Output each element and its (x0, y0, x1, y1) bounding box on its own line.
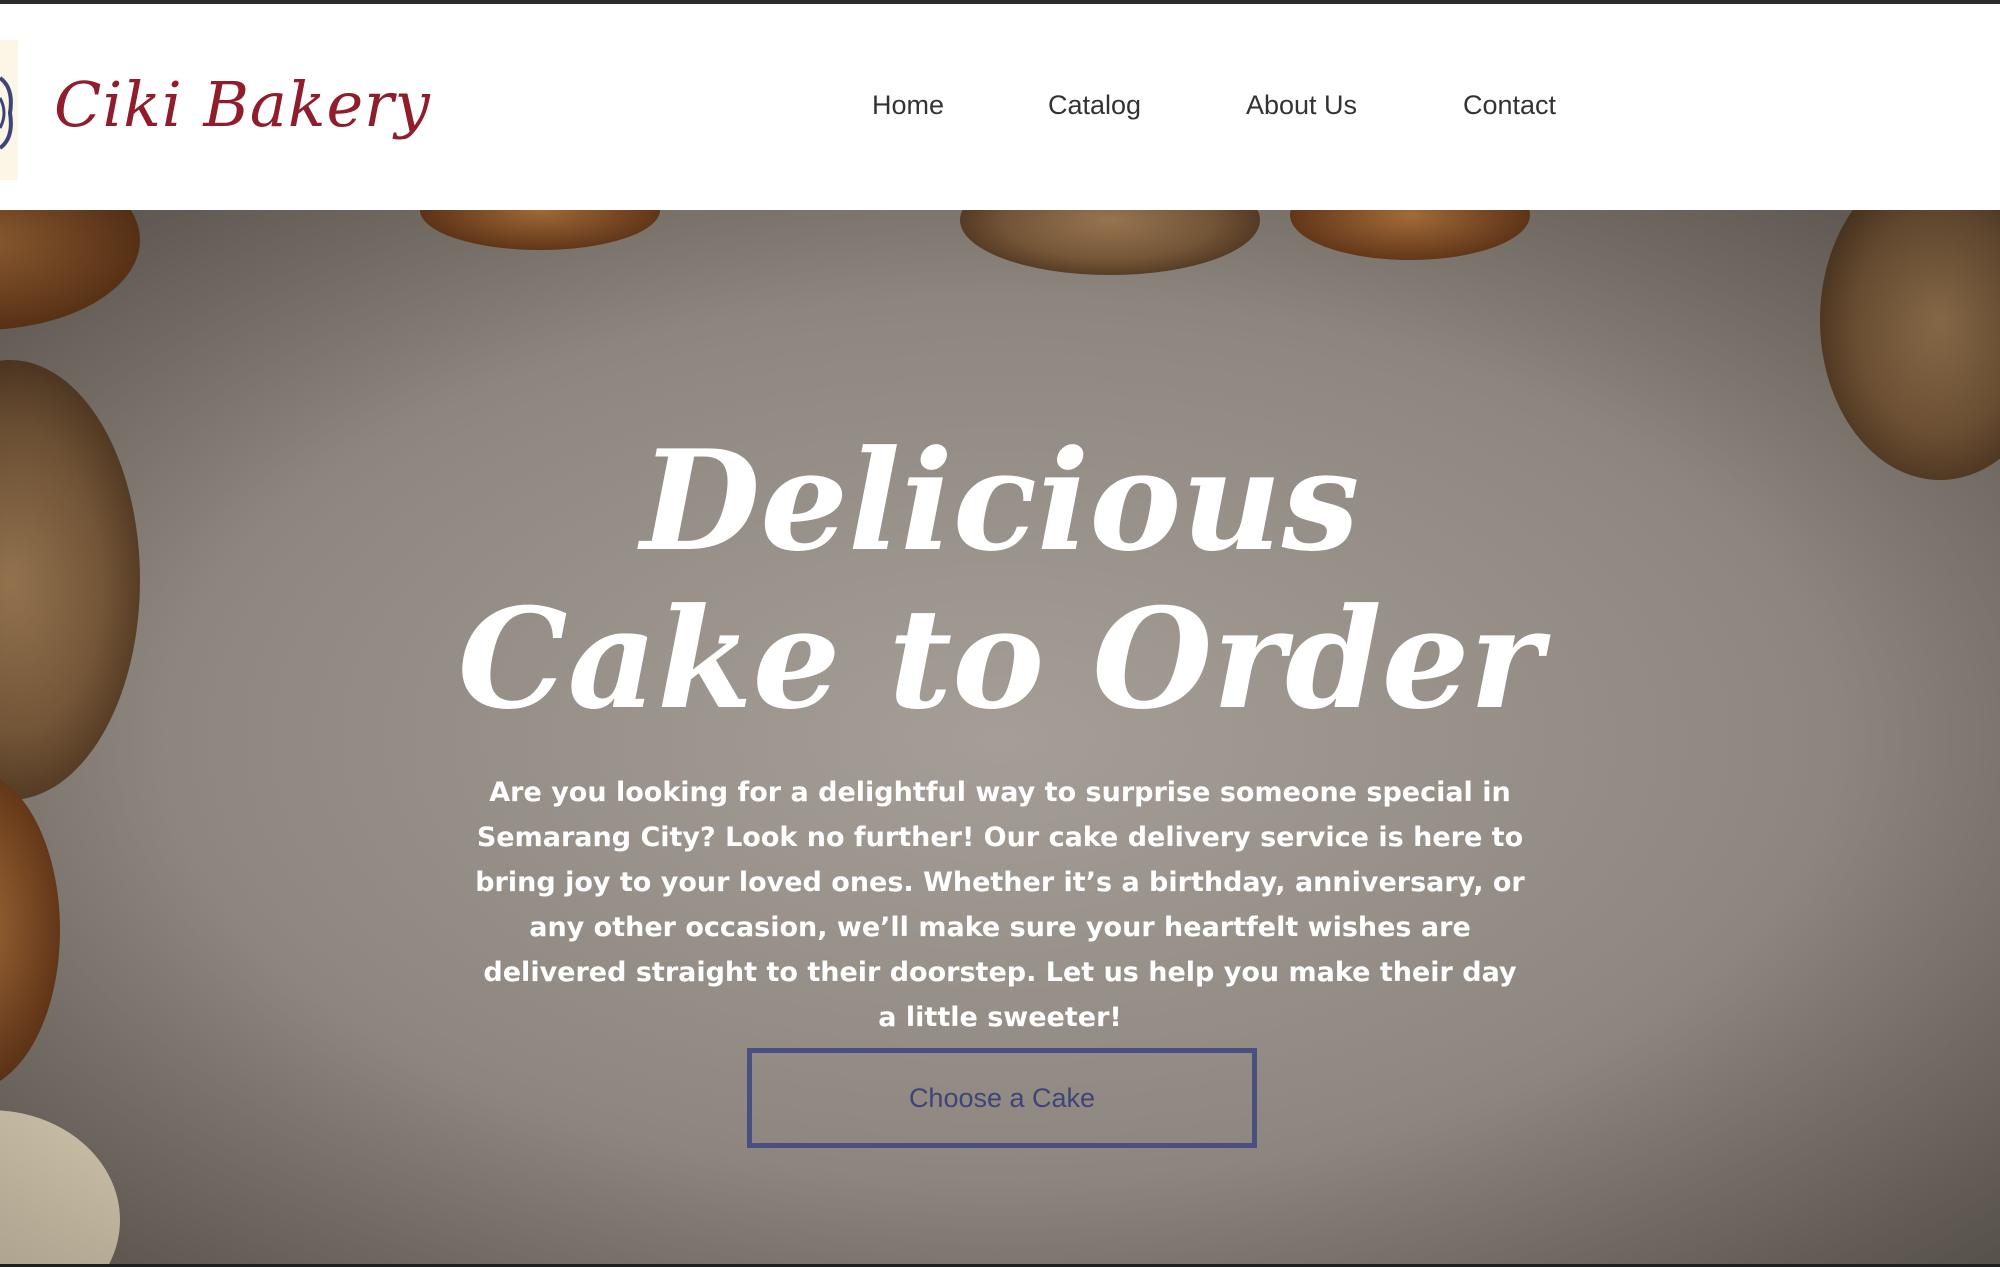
nav-home-link[interactable]: Home (872, 90, 944, 121)
nav-catalog-link[interactable]: Catalog (1048, 90, 1141, 121)
site-header: Ciki Bakery Home Catalog About Us Contac… (0, 4, 2000, 210)
nav-about-us-link[interactable]: About Us (1246, 90, 1357, 121)
bakery-emblem-icon[interactable] (0, 40, 18, 180)
site-logo-text[interactable]: Ciki Bakery (54, 68, 431, 141)
hero-section: Delicious Cake to Order Are you looking … (0, 210, 2000, 1267)
hero-title-line2: Cake to Order (457, 577, 1543, 740)
hero-title-line1: Delicious (640, 419, 1360, 582)
nav-contact-link[interactable]: Contact (1463, 90, 1556, 121)
choose-cake-button[interactable]: Choose a Cake (747, 1048, 1257, 1148)
hero-description: Are you looking for a delightful way to … (475, 777, 1525, 1033)
